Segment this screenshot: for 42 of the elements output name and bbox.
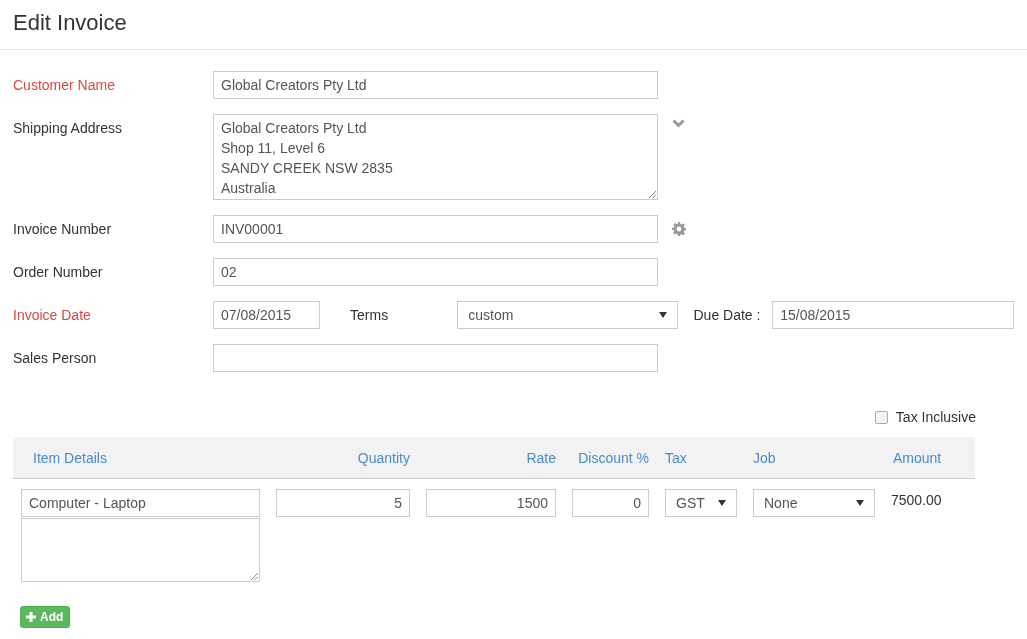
terms-dropdown[interactable]: custom	[457, 301, 679, 329]
column-header: Quantity	[357, 449, 410, 466]
field-label: Shipping Address	[13, 119, 122, 138]
amount-text: 7500.00	[891, 492, 942, 508]
quantity-field[interactable]: 5	[276, 489, 410, 517]
caret-icon	[659, 312, 668, 318]
chevron-down-icon[interactable]	[672, 119, 685, 128]
caret-icon	[856, 500, 864, 506]
field-label: Sales Person	[13, 349, 97, 368]
date-field[interactable]: 07/08/2015	[213, 301, 321, 329]
field-label: Due Date :	[693, 307, 761, 323]
item-field[interactable]: Computer - Laptop	[21, 489, 260, 517]
tax-dropdown[interactable]: GST	[665, 489, 737, 517]
column-header: Item Details	[33, 449, 107, 466]
column-header: Rate	[526, 449, 556, 466]
text-field[interactable]: INV00001	[213, 215, 658, 243]
rate-field[interactable]: 1500	[426, 489, 556, 517]
resize-grip-icon[interactable]	[251, 573, 258, 580]
date-field[interactable]: 15/08/2015	[772, 301, 1014, 329]
text-field[interactable]: 02	[213, 258, 658, 286]
column-header: Discount %	[578, 449, 649, 466]
text-field[interactable]	[213, 344, 658, 372]
description-textarea[interactable]	[21, 518, 260, 582]
settings-icon[interactable]	[672, 222, 686, 236]
checkbox-label: Tax Inclusive	[895, 409, 976, 425]
resize-grip-icon[interactable]	[649, 191, 656, 198]
column-header: Tax	[665, 449, 687, 466]
column-header: Amount	[893, 449, 942, 466]
field-label: Terms	[350, 307, 389, 323]
field-label: Invoice Number	[13, 220, 112, 239]
caret-icon	[718, 500, 726, 506]
field-label: Customer Name	[13, 76, 115, 95]
plus-icon	[26, 612, 36, 622]
address-textarea[interactable]: Global Creators Pty Ltd Shop 11, Level 6 SANDY CREEK NSW 2835 Australia	[213, 114, 658, 200]
field-label: Order Number	[13, 263, 103, 282]
text-field[interactable]: Global Creators Pty Ltd	[213, 71, 658, 99]
discount-field[interactable]: 0	[572, 489, 649, 517]
field-label: Invoice Date	[13, 306, 91, 325]
checkbox[interactable]	[874, 410, 888, 424]
column-header: Job	[753, 449, 776, 466]
page-title: Edit Invoice	[13, 10, 127, 36]
job-dropdown[interactable]: None	[753, 489, 875, 517]
